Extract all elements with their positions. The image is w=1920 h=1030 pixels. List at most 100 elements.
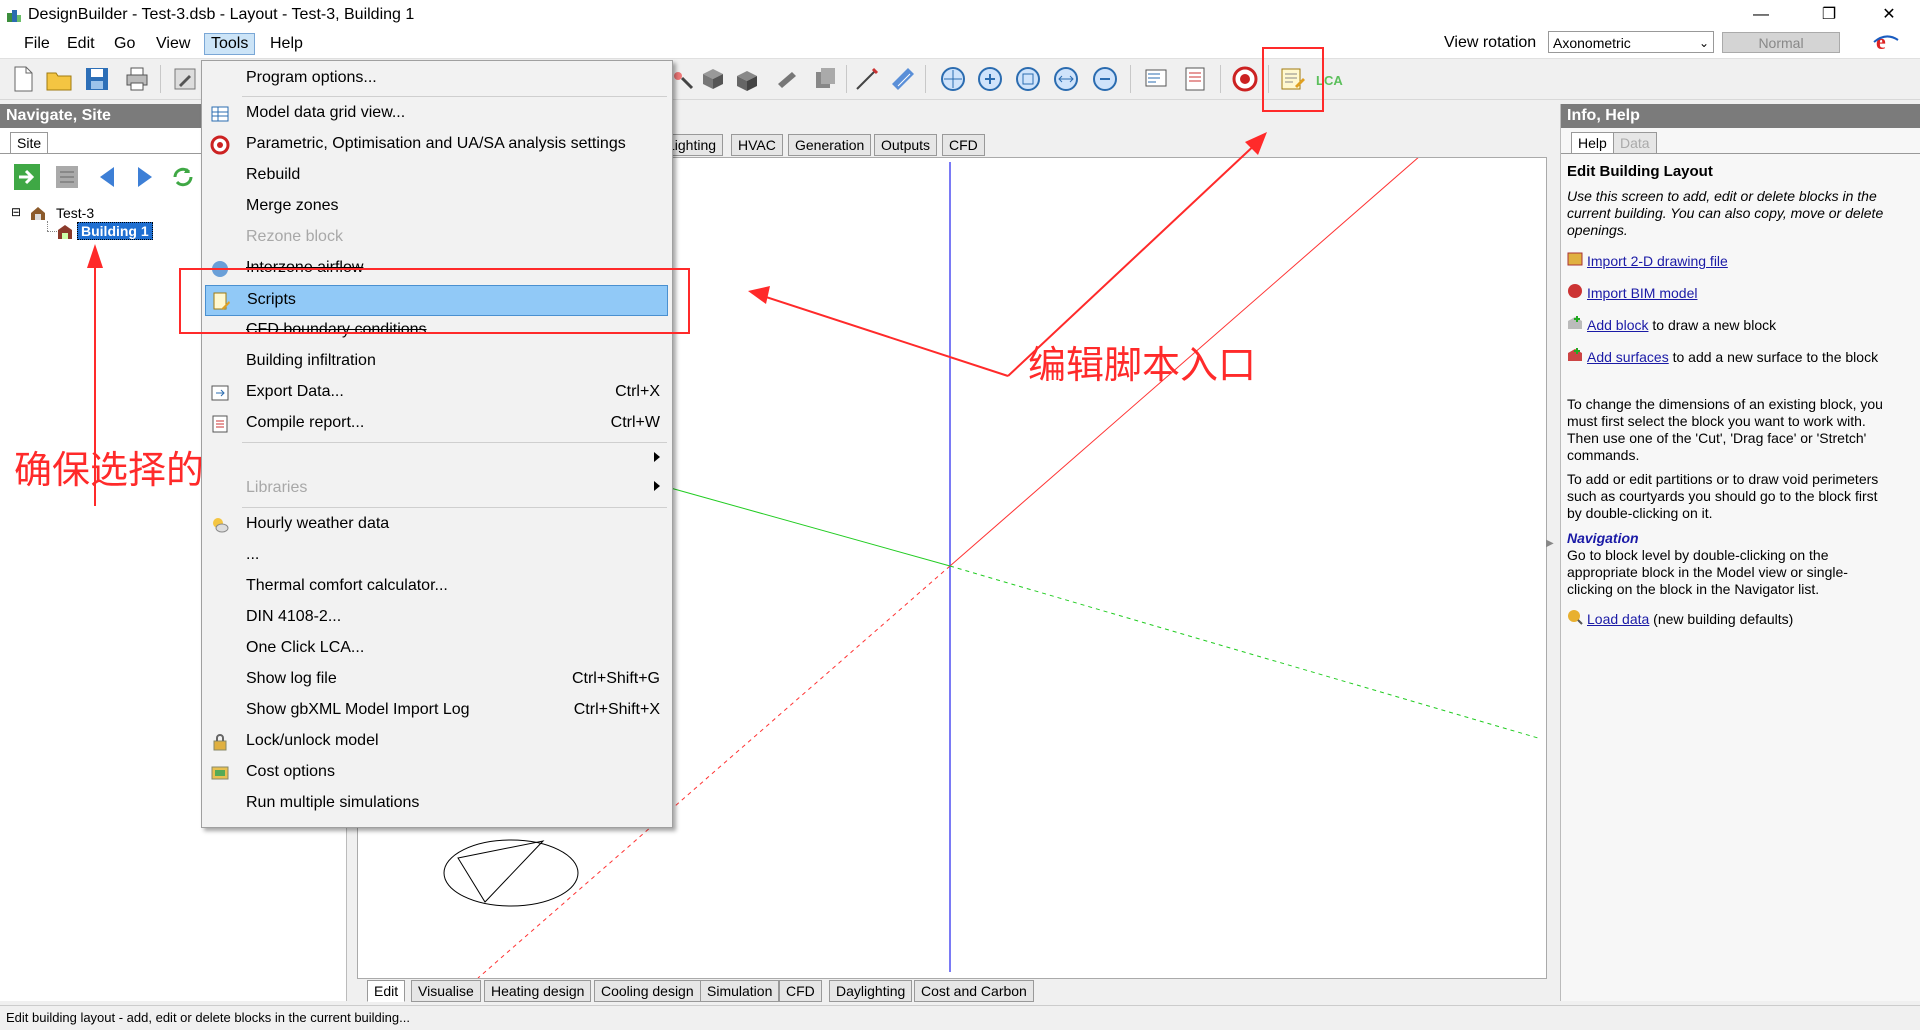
parametric-target-icon[interactable] <box>1230 64 1260 94</box>
submenu-arrow-icon <box>654 452 660 462</box>
tab-cfd-bottom[interactable]: CFD <box>779 980 822 1002</box>
info-help-header: Info, Help <box>1561 104 1920 128</box>
save-icon[interactable] <box>82 64 112 94</box>
zoom-extents-icon[interactable] <box>1013 64 1043 94</box>
submenu-arrow-icon <box>654 481 660 491</box>
block-icon[interactable] <box>698 64 728 94</box>
y-axis-negative <box>949 565 1539 739</box>
menu-item-submenu[interactable] <box>202 445 672 475</box>
menu-item-one-click-lca[interactable]: One Click LCA... <box>202 634 672 664</box>
status-bar: Edit building layout - add, edit or dele… <box>0 1005 1920 1029</box>
help-link-row: Import 2-D drawing file <box>1587 253 1907 270</box>
back-arrow-icon[interactable] <box>92 162 122 192</box>
toolbar-separator <box>1130 65 1131 93</box>
menu-item-label: Lock/unlock model <box>246 732 379 749</box>
cost-icon <box>211 766 229 780</box>
add-surfaces-icon <box>1568 348 1582 361</box>
cut-icon[interactable] <box>772 64 802 94</box>
menu-item-ellipsis[interactable]: ... <box>202 541 672 571</box>
minimize-button[interactable]: — <box>1738 0 1784 30</box>
view-rotation-label: View rotation <box>1444 34 1537 51</box>
tab-cost-and-carbon[interactable]: Cost and Carbon <box>914 980 1034 1002</box>
tab-divider <box>1561 153 1920 154</box>
menu-item-rebuild[interactable]: Rebuild <box>202 161 672 191</box>
menu-file[interactable]: File <box>18 34 56 54</box>
help-link-row: Add block to draw a new block <box>1587 317 1907 334</box>
annotation-box-scripts-icon <box>1262 47 1324 112</box>
menu-item-label: Thermal comfort calculator... <box>246 577 448 594</box>
extrude-icon[interactable] <box>732 64 762 94</box>
tab-edit[interactable]: Edit <box>367 980 406 1002</box>
menu-item-label: Program options... <box>246 69 377 86</box>
menu-item-label: Compile report... <box>246 414 365 431</box>
menu-help[interactable]: Help <box>264 34 309 54</box>
menu-item-show-gbxml-log[interactable]: Show gbXML Model Import Log Ctrl+Shift+X <box>202 696 672 726</box>
import-2d-drawing-link[interactable]: Import 2-D drawing file <box>1587 253 1728 269</box>
tab-heating-design[interactable]: Heating design <box>484 980 592 1002</box>
menu-view[interactable]: View <box>150 34 196 54</box>
tree-item-building[interactable]: Building 1 <box>77 222 153 240</box>
menu-item-program-options[interactable]: Program options... <box>202 64 672 94</box>
menu-go[interactable]: Go <box>108 34 141 54</box>
report-grid-icon[interactable] <box>1180 64 1210 94</box>
print-icon[interactable] <box>122 64 152 94</box>
orbit-icon[interactable] <box>938 64 968 94</box>
model-data-icon[interactable] <box>1142 64 1172 94</box>
close-button[interactable]: ✕ <box>1866 0 1912 30</box>
menu-item-label: Libraries <box>246 479 308 496</box>
go-forward-icon[interactable] <box>12 162 42 192</box>
add-surfaces-link[interactable]: Add surfaces <box>1587 349 1669 365</box>
menu-item-building-infiltration[interactable]: Building infiltration <box>202 347 672 377</box>
menu-item-hourly-weather-data[interactable]: Hourly weather data <box>202 510 672 540</box>
menu-item-thermal-comfort-calculator[interactable]: Thermal comfort calculator... <box>202 572 672 602</box>
menu-tools[interactable]: Tools <box>204 33 256 55</box>
tab-help[interactable]: Help <box>1571 132 1614 154</box>
menu-item-show-log-file[interactable]: Show log file Ctrl+Shift+G <box>202 665 672 695</box>
tree-expander[interactable]: ⊟ <box>11 205 21 219</box>
add-block-link[interactable]: Add block <box>1587 317 1648 333</box>
tab-data[interactable]: Data <box>1613 132 1657 154</box>
menu-item-label: Export Data... <box>246 383 344 400</box>
load-data-link[interactable]: Load data <box>1587 611 1649 627</box>
open-folder-icon[interactable] <box>44 64 74 94</box>
menu-item-cost-options[interactable]: Cost options <box>202 758 672 788</box>
help-paragraph-dimensions: To change the dimensions of an existing … <box>1567 396 1883 463</box>
tree-item-site[interactable]: Test-3 <box>56 205 94 221</box>
normal-button[interactable]: Normal <box>1722 32 1840 53</box>
import-bim-link[interactable]: Import BIM model <box>1587 285 1697 301</box>
draw-line-icon[interactable] <box>852 64 882 94</box>
menu-item-parametric-settings[interactable]: Parametric, Optimisation and UA/SA analy… <box>202 130 672 160</box>
view-rotation-select[interactable]: Axonometric ⌄ <box>1548 31 1714 53</box>
restore-button[interactable]: ❐ <box>1806 0 1852 30</box>
copy-block-icon[interactable] <box>810 64 840 94</box>
help-logo-icon[interactable]: e <box>1870 30 1902 54</box>
load-data-icon <box>1568 610 1583 625</box>
menu-item-merge-zones[interactable]: Merge zones <box>202 192 672 222</box>
measure-icon[interactable] <box>888 64 918 94</box>
menu-item-label: Rezone block <box>246 228 343 245</box>
menu-item-label: Hourly weather data <box>246 515 390 532</box>
splitter-handle[interactable]: ▶ <box>1546 538 1554 588</box>
zoom-in-icon[interactable] <box>975 64 1005 94</box>
menu-item-rezone-block: Rezone block <box>202 223 672 253</box>
compass-triangle <box>457 840 545 903</box>
tab-site[interactable]: Site <box>10 132 49 154</box>
tab-simulation[interactable]: Simulation <box>700 980 780 1002</box>
edit-icon[interactable] <box>170 64 200 94</box>
menu-edit[interactable]: Edit <box>61 34 101 54</box>
refresh-icon[interactable] <box>168 162 198 192</box>
new-file-icon[interactable] <box>8 64 38 94</box>
zoom-out-icon[interactable] <box>1090 64 1120 94</box>
menu-item-din-4108[interactable]: DIN 4108-2... <box>202 603 672 633</box>
forward-arrow-icon[interactable] <box>130 162 160 192</box>
menu-item-run-multiple-simulations[interactable]: Run multiple simulations <box>202 789 672 819</box>
menu-item-export-data[interactable]: Export Data... Ctrl+X <box>202 378 672 408</box>
pan-icon[interactable] <box>1051 64 1081 94</box>
menu-item-compile-report[interactable]: Compile report... Ctrl+W <box>202 409 672 439</box>
tab-daylighting[interactable]: Daylighting <box>829 980 913 1002</box>
menu-item-lock-unlock-model[interactable]: Lock/unlock model <box>202 727 672 757</box>
tab-visualise[interactable]: Visualise <box>411 980 481 1002</box>
tab-cooling-design[interactable]: Cooling design <box>594 980 701 1002</box>
hierarchy-icon[interactable] <box>52 162 82 192</box>
menu-item-model-data-grid-view[interactable]: Model data grid view... <box>202 99 672 129</box>
